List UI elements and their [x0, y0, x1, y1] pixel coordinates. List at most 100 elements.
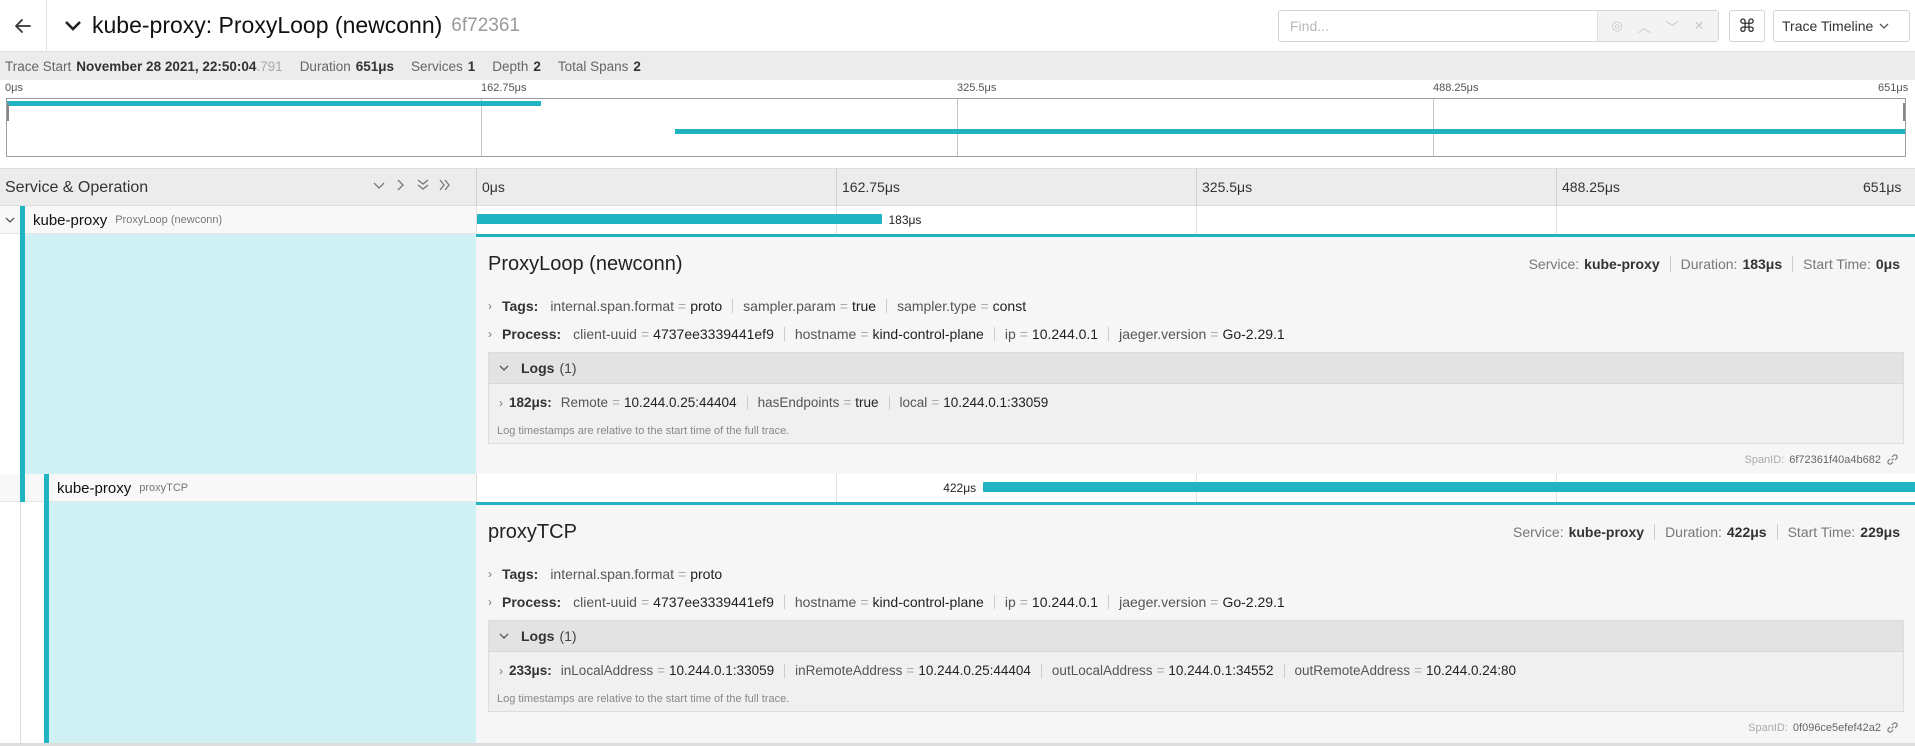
locate-icon[interactable]: ◎	[1611, 18, 1622, 34]
service-label: Service:	[1528, 256, 1580, 272]
timeline-tick: 162.75μs	[842, 179, 900, 195]
chevron-down-icon[interactable]: ﹀	[1666, 17, 1679, 36]
process-item: client-uuid = 4737ee3339441ef9	[573, 326, 774, 342]
view-selector[interactable]: Trace Timeline	[1773, 10, 1910, 42]
tree-gutter	[0, 502, 44, 743]
process-row[interactable]: › Process: client-uuid = 4737ee3339441ef9 …	[488, 325, 1285, 343]
link-icon[interactable]	[1886, 453, 1899, 466]
trace-start-value: November 28 2021, 22:50:04.791	[76, 59, 282, 74]
log-field: outLocalAddress = 10.244.0.1:34552	[1051, 663, 1274, 678]
logs-label: Logs	[521, 360, 555, 376]
trace-title-toggle[interactable]: kube-proxy: ProxyLoop (newconn) 6f72361	[60, 12, 520, 39]
logs-count: (1)	[559, 628, 577, 644]
span-row[interactable]: kube-proxy proxyTCP 422μs	[0, 474, 1915, 502]
span-id-label: SpanID:	[1748, 721, 1788, 734]
logs-label: Logs	[521, 628, 555, 644]
trace-start-ms: .791	[256, 58, 283, 74]
minimap-tick: 488.25μs	[1433, 82, 1479, 94]
trace-minimap[interactable]	[6, 98, 1906, 157]
span-color-rail	[44, 474, 49, 502]
logs-section: Logs (1) › 233μs: inLocalAddress = 10.244.…	[488, 620, 1904, 712]
tag-item: internal.span.format = proto	[550, 566, 723, 582]
span-timeline: 183μs	[476, 206, 1915, 234]
log-entry[interactable]: › 182μs: Remote = 10.244.0.25:44404 hasEnd…	[499, 395, 1048, 410]
column-resizer[interactable]	[476, 169, 477, 207]
span-id-label: SpanID:	[1744, 453, 1785, 466]
chevron-down-icon	[60, 13, 86, 39]
operation-name: proxyTCP	[139, 482, 189, 494]
log-field: inRemoteAddress = 10.244.0.25:44404	[795, 663, 1031, 678]
timeline-gridline	[1556, 169, 1557, 207]
process-label: Process:	[502, 326, 562, 342]
collapse-all-icon[interactable]	[416, 179, 430, 194]
span-bar[interactable]	[983, 482, 1915, 492]
span-detail-title: proxyTCP	[488, 521, 577, 543]
tags-row[interactable]: › Tags: internal.span.format = proto	[488, 565, 722, 583]
trace-start-label: Trace Start	[5, 58, 72, 74]
span-id-value: 6f72361f40a4b682	[1789, 453, 1881, 466]
chevron-right-icon: ›	[499, 663, 503, 678]
minimap-drag-handle-right[interactable]	[1903, 103, 1905, 121]
timeline-gridline	[836, 474, 837, 502]
minimap-span-bar	[675, 129, 1905, 134]
collapse-one-icon[interactable]	[372, 179, 386, 194]
chevron-down-icon	[499, 365, 509, 371]
expand-all-icon[interactable]	[438, 179, 452, 194]
span-color-rail	[20, 474, 25, 502]
operation-name: ProxyLoop (newconn)	[115, 214, 223, 226]
log-field: hasEndpoints = true	[757, 395, 879, 410]
logs-section: Logs (1) › 182μs: Remote = 10.244.0.25:444…	[488, 352, 1904, 444]
process-item: jaeger.version = Go-2.29.1	[1119, 326, 1285, 342]
minimap-span-bar	[7, 101, 541, 106]
minimap-drag-handle-left[interactable]	[7, 103, 9, 121]
expand-one-icon[interactable]	[394, 179, 408, 194]
timeline-tick: 325.5μs	[1202, 179, 1253, 195]
trace-id: 6f72361	[451, 14, 520, 36]
log-entry[interactable]: › 233μs: inLocalAddress = 10.244.0.1:33059…	[499, 663, 1516, 678]
chevron-down-icon	[499, 633, 509, 639]
chevron-up-icon[interactable]: ︿	[1638, 17, 1651, 36]
close-icon[interactable]: ✕	[1694, 18, 1705, 34]
timeline-tick: 651μs	[1863, 179, 1902, 195]
tag-item: internal.span.format = proto	[550, 298, 723, 314]
find-input[interactable]	[1279, 11, 1597, 41]
service-label: Service:	[1513, 524, 1564, 540]
chevron-down-icon	[1879, 23, 1889, 29]
span-detail-meta: Service: kube-proxy Duration: 422μs Start …	[1513, 524, 1900, 540]
trace-start-date: November 28 2021, 22:50:04	[76, 58, 257, 74]
duration-value: 422μs	[1726, 524, 1767, 540]
chevron-down-icon[interactable]	[4, 213, 16, 227]
service-value: kube-proxy	[1584, 256, 1660, 272]
link-icon[interactable]	[1886, 721, 1899, 734]
tags-row[interactable]: › Tags: internal.span.format = proto sampl…	[488, 297, 1026, 315]
chevron-right-icon: ›	[488, 327, 492, 341]
timeline-header: Service & Operation 0μs 162.75μs 325.5μs…	[0, 168, 1915, 207]
timeline-gridline	[836, 169, 837, 207]
back-button[interactable]	[0, 0, 47, 51]
span-bar[interactable]	[477, 214, 882, 224]
tags-label: Tags:	[502, 298, 539, 314]
keyboard-shortcuts-button[interactable]: ⌘	[1729, 10, 1765, 42]
logs-header[interactable]: Logs (1)	[489, 621, 1903, 652]
span-color-rail	[20, 206, 25, 234]
tag-item: sampler.type = const	[897, 298, 1027, 314]
service-name: kube-proxy	[57, 479, 132, 497]
span-id: SpanID: 6f72361f40a4b682	[1744, 453, 1899, 466]
find-controls: ◎ ︿ ﹀ ✕	[1597, 11, 1718, 41]
log-timestamps-note: Log timestamps are relative to the start…	[497, 425, 790, 437]
timeline-tick: 488.25μs	[1562, 179, 1620, 195]
log-field: Remote = 10.244.0.25:44404	[560, 395, 737, 410]
depth-label: Depth	[492, 58, 529, 74]
minimap-tick: 162.75μs	[481, 82, 527, 94]
depth-value: 2	[533, 58, 541, 74]
logs-header[interactable]: Logs (1)	[489, 353, 1903, 384]
span-name: kube-proxy proxyTCP	[57, 474, 188, 502]
duration-label: Duration:	[1680, 256, 1738, 272]
process-item: ip = 10.244.0.1	[1004, 594, 1099, 610]
trace-header: kube-proxy: ProxyLoop (newconn) 6f72361 …	[0, 0, 1915, 52]
command-icon: ⌘	[1738, 15, 1756, 36]
span-row[interactable]: kube-proxy ProxyLoop (newconn) 183μs	[0, 206, 1915, 234]
span-id-value: 0f096ce5efef42a2	[1792, 721, 1881, 734]
process-row[interactable]: › Process: client-uuid = 4737ee3339441ef9 …	[488, 593, 1285, 611]
log-field: inLocalAddress = 10.244.0.1:33059	[560, 663, 775, 678]
